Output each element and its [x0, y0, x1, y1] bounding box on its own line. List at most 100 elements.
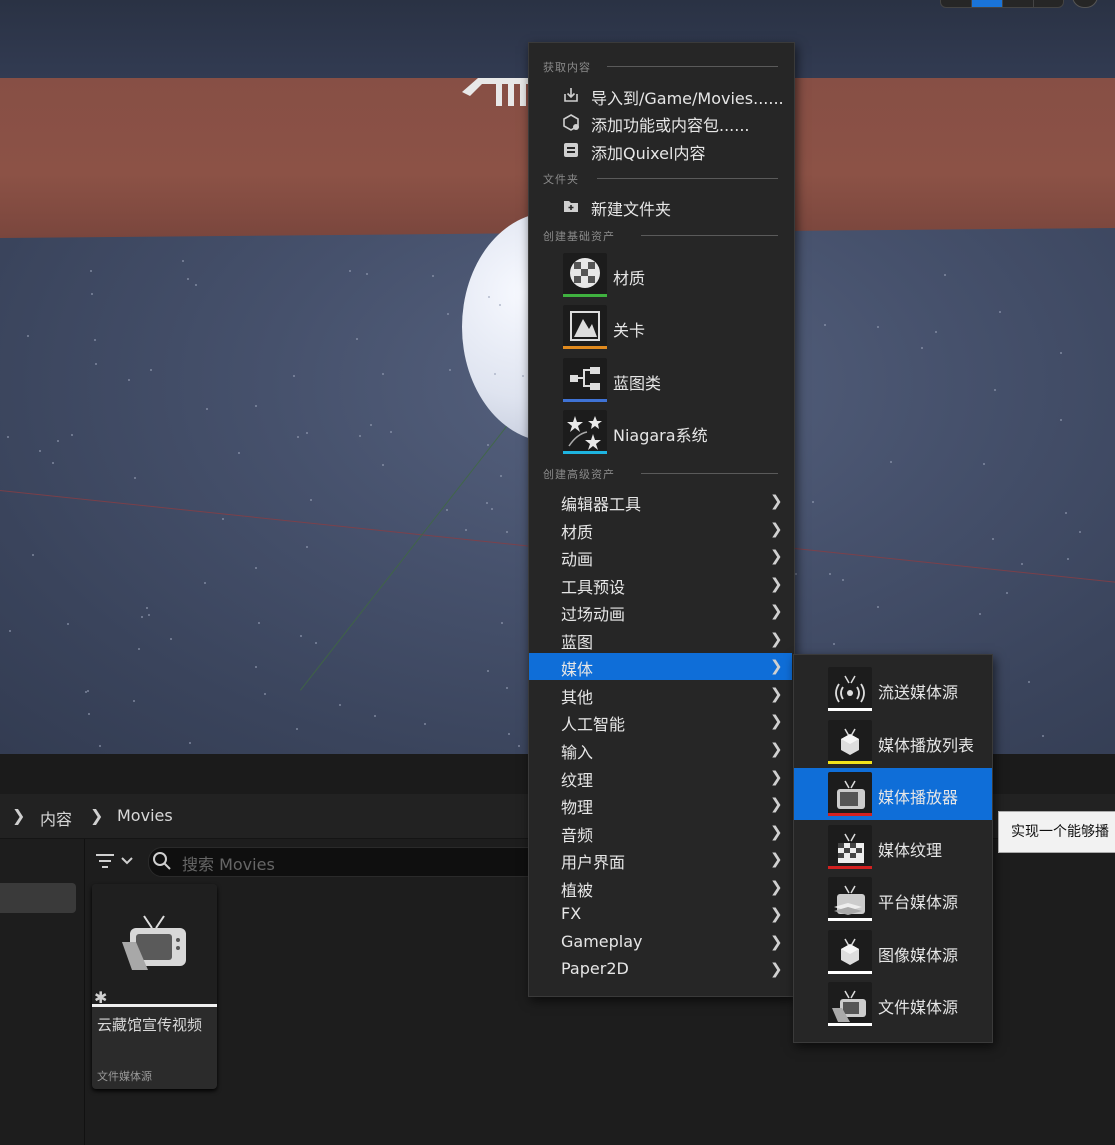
- floor-speck: [992, 538, 994, 540]
- floor-speck: [141, 616, 143, 618]
- floor-speck: [446, 509, 448, 511]
- floor-speck: [222, 518, 224, 520]
- chevron-right-icon: ❯: [770, 712, 783, 730]
- floor-speck: [255, 405, 257, 407]
- image-media-icon: [828, 930, 872, 974]
- floor-speck: [189, 742, 191, 744]
- menu-item-blueprint[interactable]: 蓝图类: [613, 370, 661, 394]
- floor-speck: [1060, 352, 1062, 354]
- floor-speck: [359, 435, 361, 437]
- submenu-label: 物理: [561, 798, 594, 817]
- divider: [607, 66, 778, 67]
- floor-speck: [170, 638, 172, 640]
- viewport-toolbar[interactable]: [940, 0, 1064, 8]
- filter-icon[interactable]: [94, 849, 138, 873]
- asset-color-strip: [563, 451, 607, 454]
- submenu-label: 材质: [561, 523, 594, 542]
- submenu-item-media[interactable]: 图像媒体源: [878, 942, 958, 966]
- chevron-right-icon: ❯: [12, 806, 26, 825]
- submenu-item-media[interactable]: 文件媒体源: [878, 994, 958, 1018]
- asset-color-strip: [563, 399, 607, 402]
- floor-speck: [90, 270, 92, 272]
- floor-speck: [32, 554, 34, 556]
- breadcrumb-movies[interactable]: Movies: [117, 806, 173, 825]
- floor-speck: [382, 464, 384, 466]
- submenu-label: 动画: [561, 550, 594, 569]
- sources-panel: [0, 839, 85, 1145]
- menu-item-import[interactable]: 导入到/Game/Movies......: [591, 85, 784, 109]
- submenu-label: 工具预设: [561, 578, 626, 597]
- floor-speck: [134, 477, 136, 479]
- submenu-item-media[interactable]: 媒体播放器: [878, 784, 958, 808]
- breadcrumb-content[interactable]: 内容: [40, 806, 72, 830]
- selected-folder[interactable]: [0, 883, 76, 913]
- floor-speck: [842, 579, 844, 581]
- submenu-label: Gameplay: [561, 932, 643, 951]
- floor-speck: [9, 630, 11, 632]
- submenu-label: 编辑器工具: [561, 495, 642, 514]
- floor-speck: [148, 614, 150, 616]
- floor-speck: [494, 373, 496, 375]
- floor-speck: [206, 408, 208, 410]
- asset-color-strip: [828, 971, 872, 974]
- menu-item-new-folder[interactable]: 新建文件夹: [591, 196, 671, 220]
- menu-item-material[interactable]: 材质: [613, 265, 645, 289]
- submenu-item-media[interactable]: 媒体纹理: [878, 837, 942, 861]
- floor-speck: [187, 278, 189, 280]
- platform-media-icon: [828, 877, 872, 921]
- floor-speck: [508, 733, 510, 735]
- transform-gizmo[interactable]: [458, 70, 533, 110]
- menu-item-niagara[interactable]: Niagara系统: [613, 422, 708, 446]
- floor-speck: [877, 606, 879, 608]
- submenu-item-media[interactable]: 流送媒体源: [878, 679, 958, 703]
- floor-speck: [300, 635, 302, 637]
- floor-speck: [499, 304, 501, 306]
- section-create-basic: 创建基础资产: [543, 230, 615, 243]
- floor-speck: [522, 375, 524, 377]
- chevron-right-icon: ❯: [770, 905, 783, 923]
- floor-speck: [255, 666, 257, 668]
- chevron-right-icon: ❯: [770, 823, 783, 841]
- submenu-label: 过场动画: [561, 605, 626, 624]
- floor-speck: [488, 296, 490, 298]
- floor-speck: [921, 347, 923, 349]
- submenu-label: 纹理: [561, 771, 594, 790]
- floor-speck: [7, 436, 9, 438]
- floor-speck: [71, 434, 73, 436]
- quixel-icon: [564, 143, 578, 157]
- new-folder-icon: [564, 201, 578, 212]
- section-folder: 文件夹: [543, 173, 579, 186]
- asset-color-strip: [828, 813, 872, 816]
- chevron-right-icon: ❯: [90, 806, 104, 825]
- floor-speck: [979, 613, 981, 615]
- floor-speck: [1065, 512, 1067, 514]
- floor-speck: [812, 501, 814, 503]
- asset-color-strip: [828, 918, 872, 921]
- section-create-advanced: 创建高级资产: [543, 468, 615, 481]
- floor-speck: [983, 463, 985, 465]
- menu-item-add-feature[interactable]: 添加功能或内容包......: [591, 112, 750, 136]
- floor-speck: [27, 335, 29, 337]
- floor-speck: [88, 713, 90, 715]
- submenu-label: 植被: [561, 881, 594, 900]
- floor-speck: [370, 424, 372, 426]
- submenu-item-media[interactable]: 媒体播放列表: [878, 732, 974, 756]
- floor-speck: [506, 687, 508, 689]
- floor-speck: [994, 389, 996, 391]
- floor-speck: [382, 373, 384, 375]
- floor-speck: [296, 728, 298, 730]
- media-player-icon: [828, 772, 872, 816]
- floor-speck: [264, 693, 266, 695]
- floor-speck: [315, 642, 317, 644]
- chevron-right-icon: ❯: [770, 768, 783, 786]
- chevron-right-icon: ❯: [770, 740, 783, 758]
- menu-item-add-quixel[interactable]: 添加Quixel内容: [591, 140, 705, 164]
- asset-color-strip: [828, 708, 872, 711]
- floor-speck: [339, 704, 341, 706]
- menu-item-level[interactable]: 关卡: [613, 317, 645, 341]
- submenu-item-media[interactable]: 平台媒体源: [878, 889, 958, 913]
- floor-speck: [95, 363, 97, 365]
- asset-type-strip: [92, 1004, 217, 1007]
- floor-speck: [94, 339, 96, 341]
- level-icon: [563, 305, 607, 349]
